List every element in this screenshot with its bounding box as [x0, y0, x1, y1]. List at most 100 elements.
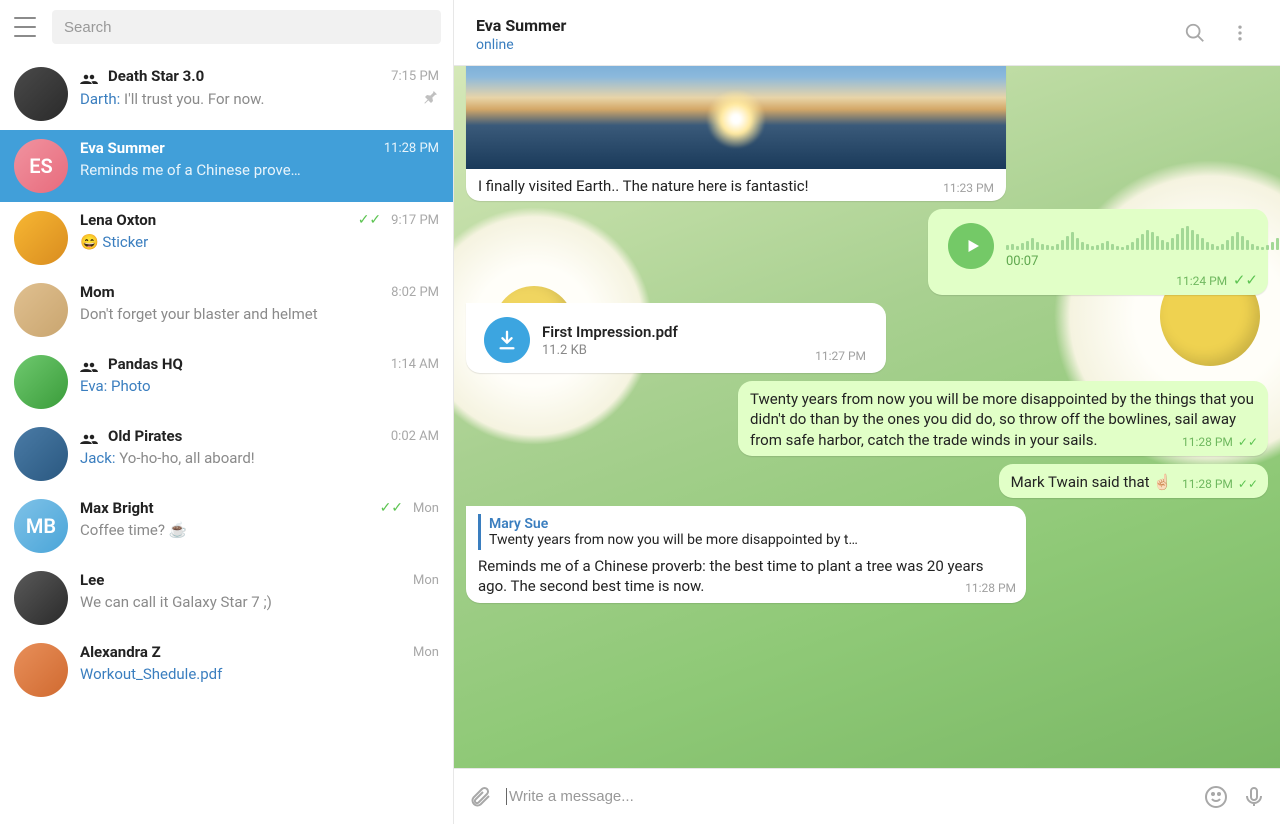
microphone-icon[interactable]	[1242, 785, 1266, 809]
avatar: MB	[14, 499, 68, 553]
file-size: 11.2 KB	[542, 343, 783, 358]
top-bar: Eva Summer online	[454, 0, 1280, 66]
message-time: 11:24 PM	[1176, 274, 1227, 288]
message-input[interactable]	[506, 788, 1190, 805]
avatar	[14, 355, 68, 409]
play-icon[interactable]	[948, 223, 994, 269]
chat-list-item[interactable]: Lee Mon We can call it Galaxy Star 7 ;)	[0, 562, 453, 634]
chat-list-item[interactable]: Alexandra Z Mon Workout_Shedule.pdf	[0, 634, 453, 706]
chat-preview: Coffee time? ☕	[80, 521, 439, 539]
chat-list-item[interactable]: Lena Oxton ✓✓ 9:17 PM 😄 Sticker	[0, 202, 453, 274]
chat-time: 8:02 PM	[391, 285, 439, 300]
search-input[interactable]	[64, 19, 429, 36]
avatar	[14, 571, 68, 625]
message-body: Twenty years from now you will be more d…	[750, 390, 1254, 449]
read-ticks-icon: ✓✓	[1235, 435, 1258, 449]
chat-preview: Workout_Shedule.pdf	[80, 665, 439, 683]
sidebar: Death Star 3.0 7:15 PM Darth: I'll trust y…	[0, 0, 454, 824]
photo-thumbnail[interactable]	[466, 66, 1006, 169]
chat-name: Lena Oxton	[80, 211, 352, 229]
chat-name: Alexandra Z	[80, 643, 407, 661]
chat-name: Old Pirates	[108, 427, 385, 445]
reply-reference[interactable]: Mary Sue Twenty years from now you will …	[478, 514, 1016, 550]
message-text[interactable]: Mark Twain said that ☝🏻 11:28 PM ✓✓	[999, 464, 1268, 498]
avatar	[14, 67, 68, 121]
chat-list-item[interactable]: ES Eva Summer 11:28 PM Reminds me of a Chin…	[0, 130, 453, 202]
chat-preview: Don't forget your blaster and helmet	[80, 305, 439, 323]
chat-preview: Jack: Yo-ho-ho, all aboard!	[80, 449, 439, 467]
chat-list-item[interactable]: MB Max Bright ✓✓ Mon Coffee time? ☕	[0, 490, 453, 562]
chat-time: 11:28 PM	[384, 141, 439, 156]
voice-waveform[interactable]	[1006, 224, 1280, 250]
chat-list-item[interactable]: Death Star 3.0 7:15 PM Darth: I'll trust y…	[0, 58, 453, 130]
chat-preview: Darth: I'll trust you. For now.	[80, 90, 419, 108]
file-name: First Impression.pdf	[542, 323, 783, 341]
main-pane: Eva Summer online I finally visited Eart…	[454, 0, 1280, 824]
avatar	[14, 211, 68, 265]
chat-preview: We can call it Galaxy Star 7 ;)	[80, 593, 439, 611]
avatar	[14, 283, 68, 337]
sidebar-header	[0, 0, 453, 58]
message-time: 11:27 PM	[815, 349, 866, 363]
chat-name: Max Bright	[80, 499, 374, 517]
photo-caption: I finally visited Earth.. The nature her…	[478, 177, 808, 195]
chat-time: Mon	[413, 645, 439, 660]
reply-sender: Mary Sue	[489, 516, 1008, 532]
messages-container: I finally visited Earth.. The nature her…	[466, 66, 1268, 603]
chat-preview: Eva: Photo	[80, 377, 439, 395]
message-reply[interactable]: Mary Sue Twenty years from now you will …	[466, 506, 1026, 603]
more-options-icon[interactable]	[1218, 17, 1262, 53]
chat-time: 7:15 PM	[391, 69, 439, 84]
avatar	[14, 643, 68, 697]
chat-preview: Reminds me of a Chinese prove…	[80, 161, 439, 179]
chat-list[interactable]: Death Star 3.0 7:15 PM Darth: I'll trust y…	[0, 58, 453, 824]
chat-name: Lee	[80, 571, 407, 589]
message-time: 11:28 PM	[1182, 477, 1233, 491]
message-time: 11:28 PM	[1182, 435, 1233, 449]
emoji-icon[interactable]	[1204, 785, 1228, 809]
compose-bar	[454, 768, 1280, 824]
chat-time: Mon	[413, 501, 439, 516]
chat-name: Death Star 3.0	[108, 67, 385, 85]
chat-background: I finally visited Earth.. The nature her…	[454, 66, 1280, 768]
group-icon	[80, 430, 98, 442]
menu-icon[interactable]	[12, 17, 38, 37]
avatar: ES	[14, 139, 68, 193]
voice-duration: 00:07	[1006, 254, 1280, 269]
attach-icon[interactable]	[468, 785, 492, 809]
message-body: Mark Twain said that ☝🏻	[1011, 472, 1172, 492]
read-ticks-icon: ✓✓	[380, 500, 403, 516]
chat-name: Eva Summer	[80, 139, 378, 157]
chat-header-name: Eva Summer	[476, 16, 1172, 35]
group-icon	[80, 70, 98, 82]
chat-name: Mom	[80, 283, 385, 301]
message-time: 11:23 PM	[943, 181, 994, 195]
message-time: 11:28 PM	[965, 580, 1016, 596]
chat-time: 1:14 AM	[391, 357, 439, 372]
read-ticks-icon: ✓✓	[1235, 477, 1258, 491]
group-icon	[80, 358, 98, 370]
chat-list-item[interactable]: Mom 8:02 PM Don't forget your blaster and …	[0, 274, 453, 346]
chat-preview: 😄 Sticker	[80, 233, 439, 251]
chat-list-item[interactable]: Pandas HQ 1:14 AM Eva: Photo	[0, 346, 453, 418]
download-icon[interactable]	[484, 317, 530, 363]
message-file[interactable]: First Impression.pdf 11.2 KB 11:27 PM	[466, 303, 886, 373]
message-text[interactable]: Twenty years from now you will be more d…	[738, 381, 1268, 456]
message-body: Reminds me of a Chinese proverb: the bes…	[478, 557, 983, 595]
message-voice[interactable]: 00:07 11:24 PM ✓✓	[928, 209, 1268, 295]
search-wrap	[52, 10, 441, 44]
chat-time: 0:02 AM	[391, 429, 439, 444]
chat-time: 9:17 PM	[391, 213, 439, 228]
read-ticks-icon: ✓✓	[358, 212, 381, 228]
chat-header-status: online	[476, 37, 1172, 53]
avatar	[14, 427, 68, 481]
pin-icon	[423, 89, 439, 109]
chat-name: Pandas HQ	[108, 355, 385, 373]
search-in-chat-icon[interactable]	[1172, 16, 1218, 54]
chat-time: Mon	[413, 573, 439, 588]
reply-preview: Twenty years from now you will be more d…	[489, 532, 1008, 548]
message-photo[interactable]: I finally visited Earth.. The nature her…	[466, 66, 1006, 201]
chat-header-info[interactable]: Eva Summer online	[476, 16, 1172, 53]
read-ticks-icon: ✓✓	[1229, 271, 1258, 289]
chat-list-item[interactable]: Old Pirates 0:02 AM Jack: Yo-ho-ho, all ab…	[0, 418, 453, 490]
